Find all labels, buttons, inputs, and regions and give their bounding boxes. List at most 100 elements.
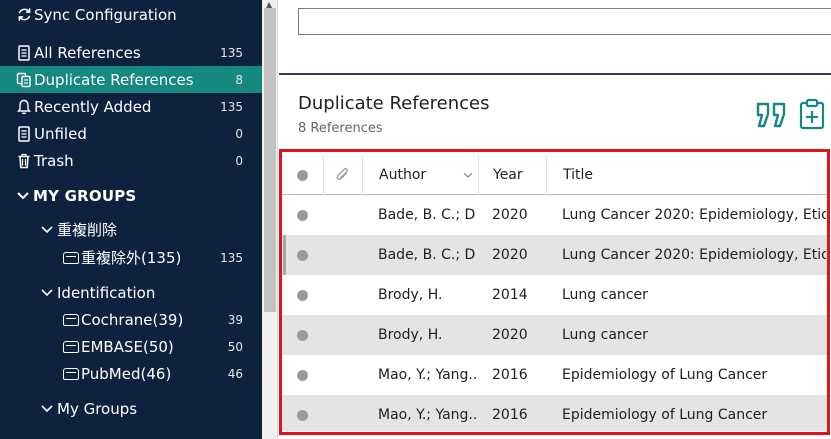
- group-item-label: 重複除外(135): [81, 249, 182, 267]
- paperclip-icon: [336, 168, 348, 180]
- table-row[interactable]: Brody, H. 2020 Lung cancer: [281, 315, 828, 355]
- read-status-dot-icon: [296, 169, 308, 181]
- sidebar-item-label: Trash: [34, 151, 74, 170]
- group-item-label: PubMed(46): [81, 364, 172, 383]
- title-column-header[interactable]: Title: [546, 155, 828, 195]
- my-groups-label: MY GROUPS: [33, 186, 137, 205]
- sidebar-item-label: Recently Added: [34, 97, 152, 116]
- year-cell: 2014: [492, 287, 528, 303]
- author-cell: Mao, Y.; Yang...: [378, 407, 476, 423]
- year-cell: 2020: [492, 247, 528, 263]
- quote-icon: [756, 102, 786, 128]
- read-status-column-header[interactable]: [281, 155, 323, 195]
- year-column-header[interactable]: Year: [478, 155, 546, 195]
- group-set-label: Identification: [57, 283, 156, 302]
- sort-chevron-down-icon: [463, 172, 473, 178]
- chevron-down-icon: [40, 225, 54, 234]
- group-set-重複削除[interactable]: 重複削除: [0, 216, 262, 243]
- unread-dot-icon: [297, 369, 308, 381]
- title-cell: Lung Cancer 2020: Epidemiology, Etio...: [562, 207, 826, 223]
- sidebar-item-trash[interactable]: Trash 0: [0, 147, 262, 174]
- sync-configuration-label: Sync Configuration: [34, 5, 177, 24]
- sync-icon: [16, 7, 32, 23]
- group-item-count: 135: [220, 250, 243, 265]
- sidebar-scrollbar[interactable]: ▲: [262, 0, 278, 439]
- sidebar-item-count: 135: [220, 45, 243, 60]
- library-icon: [63, 340, 79, 353]
- references-icon: [16, 44, 32, 61]
- sidebar-item-label: Unfiled: [34, 124, 87, 143]
- chevron-down-icon: [16, 191, 30, 200]
- search-input[interactable]: [298, 8, 831, 35]
- group-set-label: 重複削除: [57, 221, 118, 239]
- group-item-embase[interactable]: EMBASE(50) 50: [0, 333, 262, 360]
- title-cell: Lung Cancer 2020: Epidemiology, Etio...: [562, 247, 826, 263]
- group-set-identification[interactable]: Identification: [0, 279, 262, 306]
- reference-table: Author Year Title Bade, B. C.; D... 2020…: [281, 155, 828, 431]
- panel-divider: [279, 73, 831, 75]
- reference-count: 8 References: [298, 121, 383, 136]
- author-column-header[interactable]: Author: [362, 155, 478, 195]
- unread-dot-icon: [297, 329, 308, 341]
- trash-icon: [16, 153, 32, 169]
- author-cell: Mao, Y.; Yang...: [378, 367, 476, 383]
- year-cell: 2020: [492, 207, 528, 223]
- sidebar-item-all-references[interactable]: All References 135: [0, 39, 262, 66]
- library-icon: [63, 313, 79, 326]
- sidebar-item-count: 0: [235, 126, 243, 141]
- column-label: Title: [563, 167, 594, 183]
- table-row[interactable]: Bade, B. C.; D... 2020 Lung Cancer 2020:…: [281, 195, 828, 235]
- add-to-clipboard-button[interactable]: [798, 98, 826, 130]
- table-row[interactable]: Mao, Y.; Yang... 2016 Epidemiology of Lu…: [281, 355, 828, 395]
- group-item-pubmed[interactable]: PubMed(46) 46: [0, 360, 262, 387]
- unread-dot-icon: [297, 249, 308, 261]
- unread-dot-icon: [297, 209, 308, 221]
- table-row[interactable]: Mao, Y.; Yang... 2016 Epidemiology of Lu…: [281, 395, 828, 431]
- library-icon: [63, 251, 79, 264]
- title-cell: Lung cancer: [562, 327, 648, 343]
- sidebar-item-count: 135: [220, 99, 243, 114]
- group-item-重複除外[interactable]: 重複除外(135) 135: [0, 244, 262, 271]
- insert-citation-button[interactable]: [755, 100, 789, 130]
- sidebar: Sync Configuration All References 135 Du…: [0, 0, 262, 439]
- table-header: Author Year Title: [281, 155, 828, 195]
- author-cell: Bade, B. C.; D...: [378, 207, 476, 223]
- document-icon: [16, 125, 32, 142]
- author-cell: Bade, B. C.; D...: [378, 247, 476, 263]
- sidebar-item-count: 0: [235, 153, 243, 168]
- clipboard-plus-icon: [799, 98, 825, 130]
- group-item-label: EMBASE(50): [81, 337, 174, 356]
- column-label: Author: [379, 167, 427, 183]
- scrollbar-thumb[interactable]: [264, 8, 276, 312]
- year-cell: 2016: [492, 367, 528, 383]
- title-cell: Lung cancer: [562, 287, 648, 303]
- year-cell: 2016: [492, 407, 528, 423]
- sidebar-item-label: Duplicate References: [34, 70, 194, 89]
- group-item-count: 39: [227, 312, 243, 327]
- sidebar-item-label: All References: [34, 43, 141, 62]
- bell-icon: [16, 99, 32, 115]
- library-icon: [63, 367, 79, 380]
- author-cell: Brody, H.: [378, 287, 443, 303]
- group-item-count: 46: [227, 366, 243, 381]
- duplicate-icon: [16, 72, 32, 88]
- table-row[interactable]: Bade, B. C.; D... 2020 Lung Cancer 2020:…: [281, 235, 828, 275]
- table-row[interactable]: Brody, H. 2014 Lung cancer: [281, 275, 828, 315]
- unread-dot-icon: [297, 409, 308, 421]
- title-cell: Epidemiology of Lung Cancer: [562, 367, 768, 383]
- title-cell: Epidemiology of Lung Cancer: [562, 407, 768, 423]
- column-label: Year: [493, 167, 523, 183]
- sync-configuration-item[interactable]: Sync Configuration: [0, 1, 262, 28]
- page-title: Duplicate References: [298, 93, 490, 114]
- group-set-my-groups[interactable]: My Groups: [0, 395, 262, 422]
- chevron-down-icon: [40, 288, 54, 297]
- sidebar-item-unfiled[interactable]: Unfiled 0: [0, 120, 262, 147]
- sidebar-item-recently-added[interactable]: Recently Added 135: [0, 93, 262, 120]
- attachment-column-header[interactable]: [323, 155, 362, 195]
- sidebar-item-duplicate-references[interactable]: Duplicate References 8: [0, 66, 262, 93]
- unread-dot-icon: [297, 289, 308, 301]
- group-item-count: 50: [227, 339, 243, 354]
- group-item-cochrane[interactable]: Cochrane(39) 39: [0, 306, 262, 333]
- chevron-down-icon: [40, 404, 54, 413]
- my-groups-header[interactable]: MY GROUPS: [0, 182, 262, 209]
